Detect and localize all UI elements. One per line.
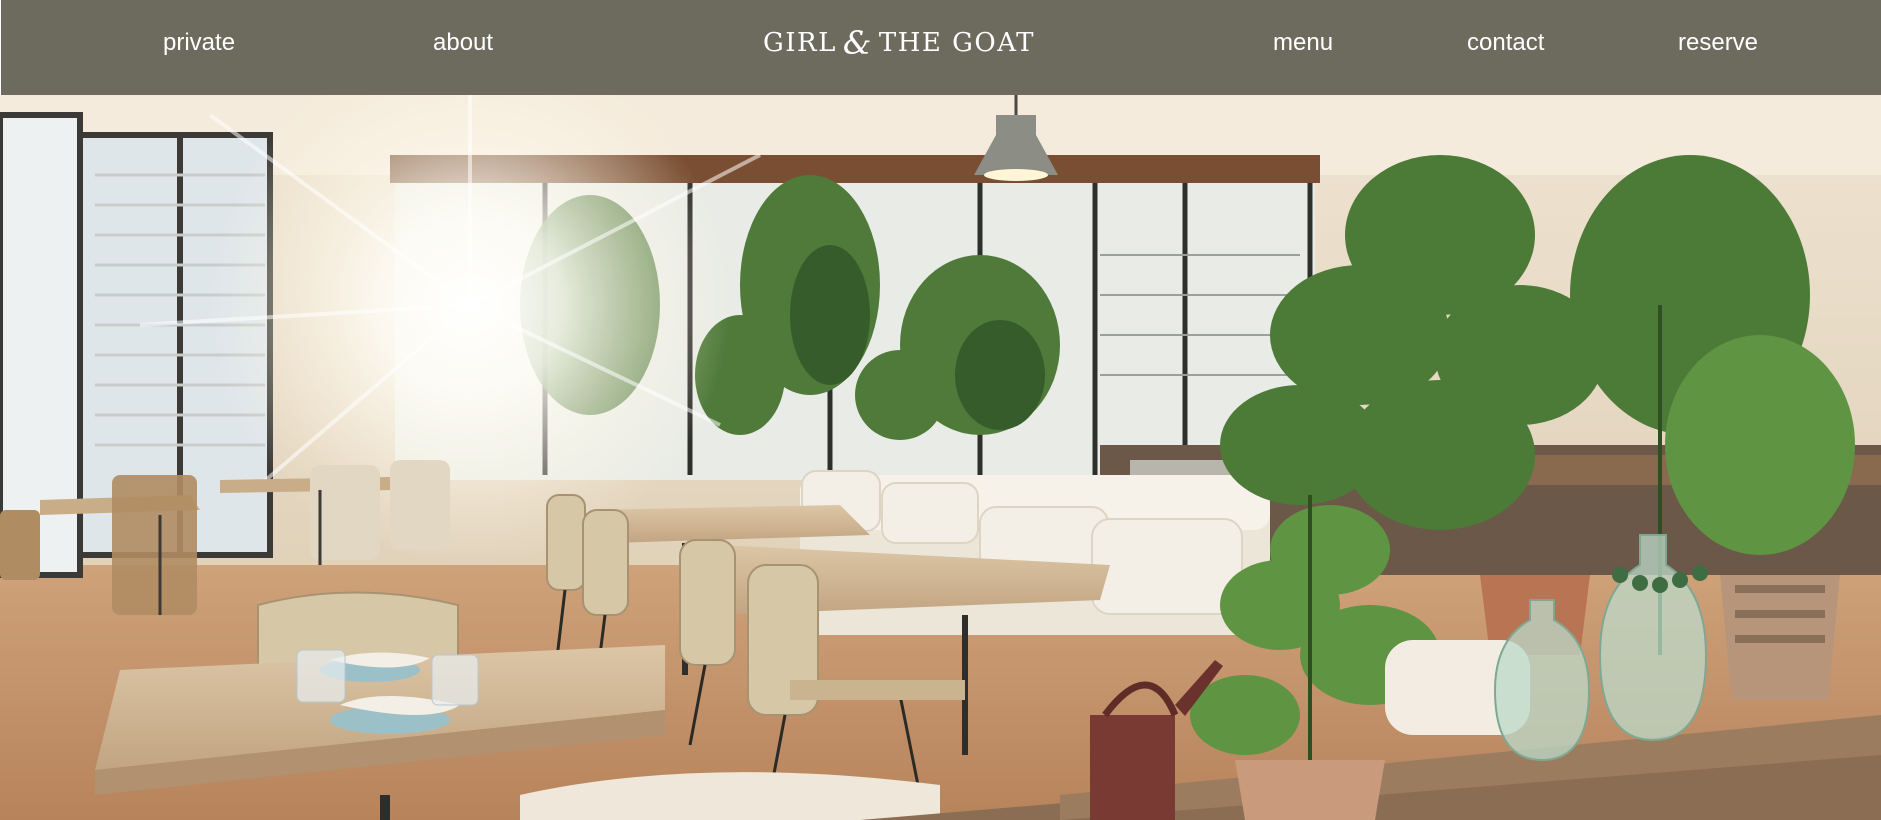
brand-logo-the-goat: THE GOAT — [878, 28, 1035, 58]
nav-link-contact[interactable]: contact — [1467, 28, 1544, 58]
nav-link-menu[interactable]: menu — [1273, 28, 1333, 58]
brand-logo-girl: GIRL — [763, 28, 837, 58]
brand-logo[interactable]: GIRL & THE GOAT — [763, 24, 1033, 62]
hero-restaurant-photo — [0, 95, 1881, 820]
nav-link-private[interactable]: private — [163, 28, 235, 58]
top-navigation-bar: private about GIRL & THE GOAT menu conta… — [1, 0, 1881, 95]
nav-link-reserve[interactable]: reserve — [1678, 28, 1758, 58]
nav-link-about[interactable]: about — [433, 28, 493, 58]
restaurant-interior-image — [0, 95, 1881, 820]
brand-logo-ampersand: & — [842, 24, 873, 62]
